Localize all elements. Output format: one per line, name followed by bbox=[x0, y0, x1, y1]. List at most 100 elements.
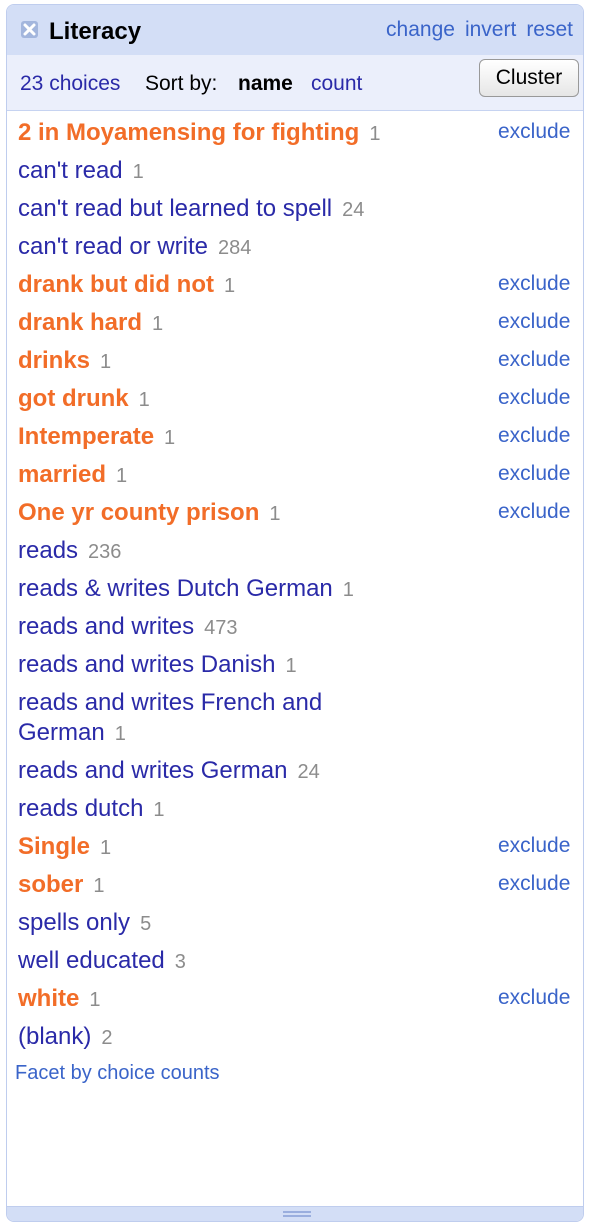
choice-count: 1 bbox=[269, 503, 281, 525]
choice-count: 24 bbox=[342, 199, 365, 221]
choice-label[interactable]: Single bbox=[18, 833, 90, 860]
choice-label[interactable]: can't read but learned to spell bbox=[18, 195, 332, 222]
choice-label[interactable]: well educated bbox=[18, 947, 165, 974]
choice-item[interactable]: can't read 1 bbox=[18, 156, 144, 187]
exclude-link[interactable]: exclude bbox=[498, 120, 570, 144]
choice-label[interactable]: spells only bbox=[18, 909, 130, 936]
sort-by-count-link[interactable]: count bbox=[311, 72, 362, 96]
choice-item[interactable]: reads & writes Dutch German 1 bbox=[18, 574, 354, 605]
choice-label[interactable]: 2 in Moyamensing for fighting bbox=[18, 119, 359, 146]
exclude-link[interactable]: exclude bbox=[498, 386, 570, 410]
choice-label[interactable]: can't read bbox=[18, 157, 123, 184]
choice-count: 1 bbox=[100, 837, 112, 859]
choice-label[interactable]: drank hard bbox=[18, 309, 142, 336]
choice-count: 1 bbox=[93, 875, 105, 897]
facet-by-choice-counts-link[interactable]: Facet by choice counts bbox=[15, 1062, 220, 1085]
choice-item[interactable]: One yr county prison 1 bbox=[18, 498, 281, 529]
choice-item[interactable]: 2 in Moyamensing for fighting 1 bbox=[18, 118, 380, 149]
choice-item[interactable]: (blank) 2 bbox=[18, 1022, 112, 1053]
choice-count: 284 bbox=[218, 237, 252, 259]
choice-item[interactable]: reads and writes German 24 bbox=[18, 756, 320, 787]
facet-header: Literacy change invert reset bbox=[7, 5, 583, 55]
choice-label[interactable]: married bbox=[18, 461, 106, 488]
choice-item[interactable]: reads dutch 1 bbox=[18, 794, 165, 825]
exclude-link[interactable]: exclude bbox=[498, 272, 570, 296]
choice-count-link[interactable]: 23 choices bbox=[20, 72, 120, 96]
facet-header-links: change invert reset bbox=[376, 18, 573, 42]
choice-label[interactable]: (blank) bbox=[18, 1023, 91, 1050]
resize-grip-icon[interactable] bbox=[283, 1211, 311, 1217]
choice-item[interactable]: drank hard 1 bbox=[18, 308, 163, 339]
choice-count: 1 bbox=[152, 313, 164, 335]
exclude-link[interactable]: exclude bbox=[498, 872, 570, 896]
facet-controls: 23 choices Sort by: name count Cluster bbox=[7, 55, 583, 111]
choice-count: 1 bbox=[223, 275, 236, 297]
choice-item[interactable]: white 1 bbox=[18, 984, 100, 1015]
choice-item[interactable]: can't read or write 284 bbox=[18, 232, 251, 263]
choice-count: 1 bbox=[114, 723, 126, 745]
choice-label[interactable]: reads dutch bbox=[18, 795, 143, 822]
choice-item[interactable]: sober 1 bbox=[18, 870, 104, 901]
facet-title: Literacy bbox=[49, 18, 142, 45]
exclude-link[interactable]: exclude bbox=[498, 834, 570, 858]
exclude-link[interactable]: exclude bbox=[498, 424, 570, 448]
choice-count: 1 bbox=[89, 989, 101, 1011]
resize-bar bbox=[7, 1206, 583, 1221]
exclude-link[interactable]: exclude bbox=[498, 986, 570, 1010]
exclude-link[interactable]: exclude bbox=[498, 348, 570, 372]
choice-count: 1 bbox=[132, 161, 144, 183]
choice-count: 1 bbox=[164, 427, 176, 449]
choice-label[interactable]: reads bbox=[18, 537, 78, 564]
choice-label[interactable]: can't read or write bbox=[18, 233, 208, 260]
invert-link[interactable]: invert bbox=[465, 18, 516, 41]
choice-label[interactable]: reads and writes Danish bbox=[18, 651, 275, 678]
change-link[interactable]: change bbox=[386, 18, 455, 41]
choice-item[interactable]: well educated 3 bbox=[18, 946, 186, 977]
choice-count: 5 bbox=[140, 913, 152, 935]
exclude-link[interactable]: exclude bbox=[498, 310, 570, 334]
choice-label[interactable]: white bbox=[18, 985, 79, 1012]
choice-label[interactable]: reads and writes German bbox=[18, 757, 287, 784]
choice-item[interactable]: Single 1 bbox=[18, 832, 111, 863]
choice-label[interactable]: Intemperate bbox=[18, 423, 154, 450]
choice-count: 24 bbox=[297, 761, 320, 783]
choice-item[interactable]: reads and writes French and German 1 bbox=[18, 688, 418, 749]
choice-item[interactable]: reads and writes Danish 1 bbox=[18, 650, 297, 681]
choice-item[interactable]: reads and writes 473 bbox=[18, 612, 237, 643]
choice-label[interactable]: reads & writes Dutch German bbox=[18, 575, 333, 602]
choice-label[interactable]: One yr county prison bbox=[18, 499, 259, 526]
choice-count: 236 bbox=[88, 541, 122, 563]
choice-item[interactable]: married 1 bbox=[18, 460, 127, 491]
choice-label[interactable]: drank but did not bbox=[18, 271, 214, 298]
exclude-link[interactable]: exclude bbox=[498, 500, 570, 524]
choice-count: 1 bbox=[153, 799, 165, 821]
choice-count: 1 bbox=[100, 351, 112, 373]
choice-item[interactable]: can't read but learned to spell 24 bbox=[18, 194, 364, 225]
choice-count: 1 bbox=[369, 123, 381, 145]
reset-link[interactable]: reset bbox=[526, 18, 573, 41]
exclude-link[interactable]: exclude bbox=[498, 462, 570, 486]
choice-count: 473 bbox=[204, 617, 238, 639]
choice-label[interactable]: reads and writes bbox=[18, 613, 194, 640]
choice-label[interactable]: got drunk bbox=[18, 385, 129, 412]
choice-item[interactable]: drinks 1 bbox=[18, 346, 111, 377]
choice-item[interactable]: reads 236 bbox=[18, 536, 121, 567]
choice-item[interactable]: Intemperate 1 bbox=[18, 422, 175, 453]
choice-item[interactable]: got drunk 1 bbox=[18, 384, 150, 415]
close-icon[interactable] bbox=[21, 21, 38, 38]
sort-by-name: name bbox=[238, 72, 293, 95]
choice-count: 1 bbox=[138, 389, 150, 411]
choice-count: 1 bbox=[285, 655, 297, 677]
choice-count: 3 bbox=[174, 951, 186, 973]
sort-by-label: Sort by: bbox=[145, 72, 218, 95]
choice-label[interactable]: sober bbox=[18, 871, 83, 898]
choice-item[interactable]: drank but did not 1 bbox=[18, 270, 235, 301]
choice-label[interactable]: drinks bbox=[18, 347, 90, 374]
choice-count: 2 bbox=[101, 1027, 113, 1049]
choice-count: 1 bbox=[116, 465, 128, 487]
cluster-button[interactable]: Cluster bbox=[479, 59, 579, 97]
literacy-facet-panel: Literacy change invert reset 23 choices So… bbox=[6, 4, 584, 1222]
choice-item[interactable]: spells only 5 bbox=[18, 908, 151, 939]
choice-count: 1 bbox=[342, 579, 354, 601]
choice-label[interactable]: reads and writes French and German bbox=[18, 689, 322, 746]
